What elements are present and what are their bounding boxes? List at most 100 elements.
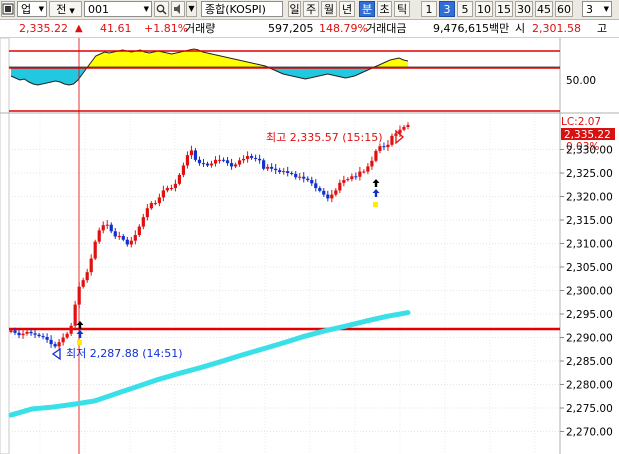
candle-body — [370, 160, 374, 167]
interval-tab[interactable]: 3 — [439, 1, 455, 17]
axis-tick-label: 2,330.00 — [566, 145, 613, 157]
market-type-label: 업 — [21, 3, 32, 16]
period-tab[interactable]: 년 — [339, 1, 355, 17]
signal-arrow-stem — [78, 334, 82, 338]
candle-body — [197, 159, 202, 164]
candle-body — [57, 342, 61, 347]
candle-body — [386, 144, 390, 148]
axis-tick-label: 2,280.00 — [566, 380, 613, 392]
candle-body — [334, 190, 338, 195]
candle-body — [402, 126, 406, 130]
interval-tab[interactable]: 5 — [457, 1, 473, 17]
candle-body — [189, 150, 194, 156]
candle-body — [121, 235, 125, 240]
period-tab[interactable]: 틱 — [394, 1, 410, 17]
candle-body — [254, 157, 258, 159]
candle-body — [342, 180, 346, 183]
axis-tick-label: 2,275.00 — [566, 403, 613, 415]
candle-body — [237, 160, 242, 165]
interval-tab[interactable]: 1 — [421, 1, 437, 17]
axis-tick-label: 2,320.00 — [566, 192, 613, 204]
interval-tab[interactable]: 60 — [555, 1, 573, 17]
candle-body — [378, 146, 382, 151]
candle-body — [93, 241, 97, 259]
candle-body — [326, 194, 330, 199]
candle-body — [406, 125, 410, 127]
candle-body — [69, 325, 73, 334]
interval-input-value: 3 — [586, 3, 593, 16]
candle-body — [125, 239, 129, 245]
axis-tick-label: 2,300.00 — [566, 286, 613, 298]
signal-dot — [373, 202, 378, 207]
interval-tab[interactable]: 45 — [535, 1, 553, 17]
interval-input[interactable]: 3 ▼ — [582, 1, 612, 17]
volume-value: 597,205 — [268, 22, 314, 35]
candle-body — [61, 337, 65, 343]
candle-body — [129, 240, 133, 245]
candle-body — [77, 286, 81, 305]
axis-tick-label: 2,290.00 — [566, 333, 613, 345]
sound-button[interactable] — [171, 1, 185, 17]
interval-tab[interactable]: 30 — [515, 1, 533, 17]
oscillator-axis-tick: 50.00 — [566, 75, 596, 87]
volume-ratio: 148.79% — [319, 22, 368, 35]
candle-body — [165, 188, 169, 191]
candle-body — [225, 160, 230, 164]
period-tab[interactable]: 일 — [288, 1, 301, 17]
chevron-down-icon: ▼ — [143, 5, 149, 13]
current-price-label: 2,335.22 — [564, 129, 611, 141]
search-button[interactable] — [154, 1, 169, 17]
price-chart[interactable]: 최고 2,335.57 (15:15) 최저 2,287.88 (14:51) … — [0, 38, 619, 454]
candle-body — [85, 272, 89, 281]
candle-body — [73, 304, 77, 326]
current-price: 2,335.22 — [19, 22, 68, 35]
candle-body — [298, 176, 302, 178]
jeon-label: 전 — [56, 3, 67, 16]
candle-body — [149, 203, 153, 209]
toolbar: 업 ▼ 전 ▼ 001 ▼ ▼ 종합(KOSPI) 3 ▼ 일 주 월 년 분 초 틱 1 3 5 10 15… — [0, 0, 619, 20]
jeon-button[interactable]: 전 ▼ — [49, 1, 82, 17]
code-input[interactable]: 001 ▼ — [84, 1, 152, 17]
period-tab[interactable]: 월 — [321, 1, 337, 17]
candle-body — [21, 333, 25, 336]
candle-body — [362, 171, 366, 173]
candle-body — [53, 344, 57, 347]
axis-tick-label: 2,305.00 — [566, 262, 613, 274]
sound-dropdown[interactable]: ▼ — [186, 1, 197, 17]
candle-body — [13, 330, 17, 333]
candle-body — [278, 170, 282, 173]
candle-body — [113, 231, 117, 237]
candle-body — [97, 230, 101, 242]
chevron-down-icon: ▼ — [188, 4, 195, 13]
candle-body — [390, 135, 394, 145]
interval-tab[interactable]: 15 — [495, 1, 513, 17]
market-type-select[interactable]: 업 ▼ — [17, 1, 47, 17]
candle-body — [9, 330, 13, 332]
axis-tick-label: 2,295.00 — [566, 309, 613, 321]
candle-body — [250, 156, 254, 158]
high-annotation: 최고 2,335.57 (15:15) — [266, 131, 383, 144]
period-tab[interactable]: 주 — [303, 1, 319, 17]
candle-body — [105, 224, 109, 226]
period-tab[interactable]: 분 — [359, 1, 375, 17]
signal-arrow-stem — [78, 325, 82, 329]
candle-body — [270, 166, 274, 169]
candle-body — [29, 331, 33, 334]
interval-tab[interactable]: 10 — [475, 1, 493, 17]
candle-body — [306, 178, 310, 181]
open-label: 시 — [515, 22, 526, 35]
index-name-field: 종합(KOSPI) — [201, 1, 283, 17]
chart-window-icon[interactable] — [1, 1, 15, 17]
candle-body — [302, 176, 306, 179]
quote-bar: 2,335.22 ▲ 41.61 +1.81% 거래량 597,205 148.… — [0, 20, 619, 38]
volume-label: 거래량 — [185, 22, 216, 35]
candle-body — [65, 333, 69, 338]
candle-body — [241, 158, 246, 161]
candle-body — [322, 190, 326, 195]
axis-tick-label: 2,325.00 — [566, 168, 613, 180]
candle-body — [366, 166, 370, 172]
search-icon — [156, 4, 167, 15]
candle-body — [141, 217, 145, 227]
period-tab[interactable]: 초 — [377, 1, 392, 17]
candle-body — [382, 146, 386, 148]
